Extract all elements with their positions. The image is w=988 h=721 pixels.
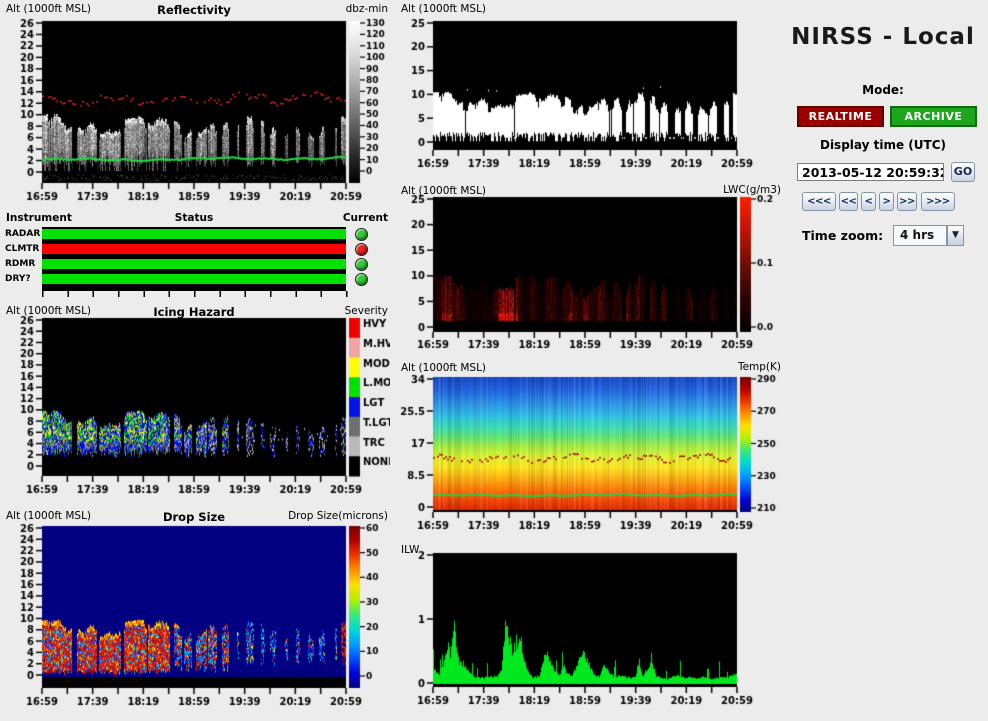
lwc-alt-axis-label: Alt (1000ft MSL)	[401, 185, 486, 197]
nav-forward-fast-button[interactable]: >>>	[921, 192, 955, 211]
go-button[interactable]: GO	[951, 162, 975, 182]
status-led-radar	[355, 228, 368, 241]
cloud-mask-alt-axis-label: Alt (1000ft MSL)	[401, 3, 486, 15]
status-bar-clmtr	[42, 244, 346, 254]
reflectivity-title: Reflectivity	[42, 3, 346, 17]
time-zoom-label: Time zoom:	[802, 228, 883, 243]
temp-alt-axis-label: Alt (1000ft MSL)	[401, 362, 486, 374]
reflectivity-colorbar-label: dbz-min	[306, 3, 388, 15]
cloud-mask-heatmap	[395, 0, 785, 172]
status-led-rdmr	[355, 258, 368, 271]
nav-rewind-button[interactable]: <<	[839, 192, 858, 211]
status-bar-radar	[42, 229, 346, 239]
status-bar-rdmr	[42, 259, 346, 269]
nav-forward-button[interactable]: >>	[897, 192, 917, 211]
icing-hazard-heatmap	[0, 303, 390, 508]
time-zoom-select[interactable]: 4 hrs	[893, 225, 947, 246]
drop-size-heatmap	[0, 508, 390, 721]
status-row-label-clmtr: CLMTR	[5, 244, 39, 254]
status-led-dry	[355, 273, 368, 286]
temperature-heatmap	[395, 360, 785, 540]
realtime-button[interactable]: REALTIME	[797, 106, 884, 127]
status-led-clmtr	[355, 243, 368, 256]
temp-colorbar-label: Temp(K)	[640, 361, 781, 373]
mode-label: Mode:	[780, 83, 986, 97]
lwc-colorbar-label: LWC(g/m3)	[640, 184, 781, 196]
status-header-current: Current	[306, 212, 388, 224]
severity-legend-title: Severity	[306, 305, 388, 317]
dropdown-arrow-icon[interactable]: ▼	[947, 225, 964, 246]
drop-size-colorbar-label: Drop Size(microns)	[240, 510, 388, 522]
status-row-label-rdmr: RDMR	[5, 259, 35, 269]
status-row-label-dry: DRY?	[5, 274, 31, 284]
ilw-axis-label: ILW	[401, 544, 419, 556]
status-time-ticks	[42, 291, 348, 297]
nav-step-back-button[interactable]: <	[861, 192, 876, 211]
status-bar-dry	[42, 274, 346, 284]
ilw-area-chart	[395, 540, 785, 721]
nirss-display: Alt (1000ft MSL) Reflectivity dbz-min Al…	[0, 0, 988, 721]
display-time-input[interactable]	[797, 163, 944, 181]
lwc-heatmap	[395, 182, 785, 360]
status-header-status: Status	[42, 212, 346, 224]
archive-button[interactable]: ARCHIVE	[890, 106, 977, 127]
app-title: NIRSS - Local	[780, 24, 986, 50]
status-row-label-radar: RADAR	[5, 229, 40, 239]
nav-step-forward-button[interactable]: >	[879, 192, 894, 211]
icing-hazard-title: Icing Hazard	[42, 305, 346, 319]
nav-rewind-fast-button[interactable]: <<<	[802, 192, 836, 211]
display-time-label: Display time (UTC)	[780, 138, 986, 152]
reflectivity-heatmap	[0, 0, 390, 210]
